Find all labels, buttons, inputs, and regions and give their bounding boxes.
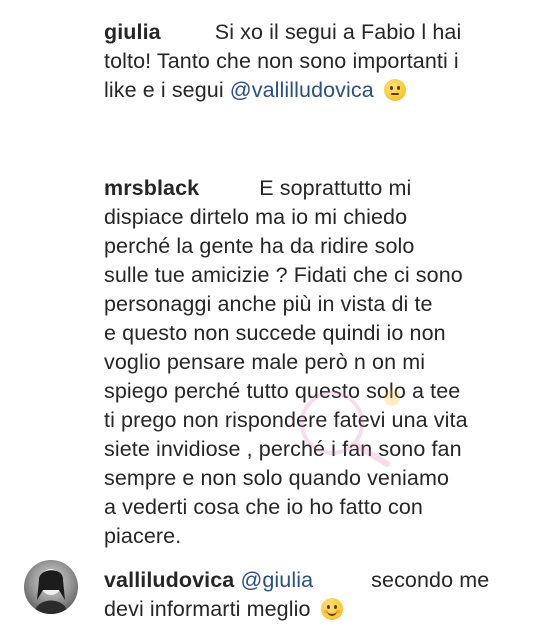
comment-text-line: Si xo il segui a Fabio l hai [214, 20, 462, 44]
comment-text-line: piacere. [104, 524, 182, 548]
comment-text-line: sempre e non solo quando veniamo [104, 466, 450, 490]
comment-username[interactable]: giulia [104, 20, 161, 44]
comment-text-line: E soprattutto mi [259, 176, 412, 200]
comment-mrsblack: mrsblack E soprattutto mi dispiace dirtel… [104, 174, 510, 551]
comment-username[interactable]: mrsblack [104, 176, 199, 200]
comment-username[interactable]: valliludovica [104, 568, 234, 592]
smiling-face-emoji [320, 598, 343, 620]
comment-text-line: dispiace dirtelo ma io mi chiedo [104, 205, 408, 229]
comment-giulia: giulia Si xo il segui a Fabio l hai tolto… [104, 18, 510, 105]
mention-link[interactable]: @giulia [240, 568, 313, 592]
comment-text-line: sulle tue amicizie ? Fidati che ci sono [104, 263, 463, 287]
mention-link[interactable]: @vallilludovica [230, 78, 374, 102]
comment-text-line: voglio pensare male però n on mi [104, 350, 426, 374]
comment-text-line: a vederti cosa che io ho fatto con [104, 495, 423, 519]
comment-text-line: e questo non succede quindi io non [104, 321, 446, 345]
watermark-graphic [300, 390, 400, 467]
neutral-face-emoji [383, 79, 406, 101]
comment-text-line: tolto! Tanto che non sono importanti i [104, 49, 459, 73]
comment-text-line: devi informarti meglio [104, 597, 311, 621]
avatar-photo-icon [34, 569, 68, 614]
comment-text-line: secondo me [371, 568, 490, 592]
comment-text-line: like e i segui [104, 78, 224, 102]
comment-text-line: perché la gente ha da ridire solo [104, 234, 415, 258]
comment-text-line: personaggi anche più in vista di te [104, 292, 433, 316]
comment-valliludovica: valliludovica @giulia secondo me devi inf… [104, 566, 510, 624]
avatar[interactable] [24, 560, 78, 614]
